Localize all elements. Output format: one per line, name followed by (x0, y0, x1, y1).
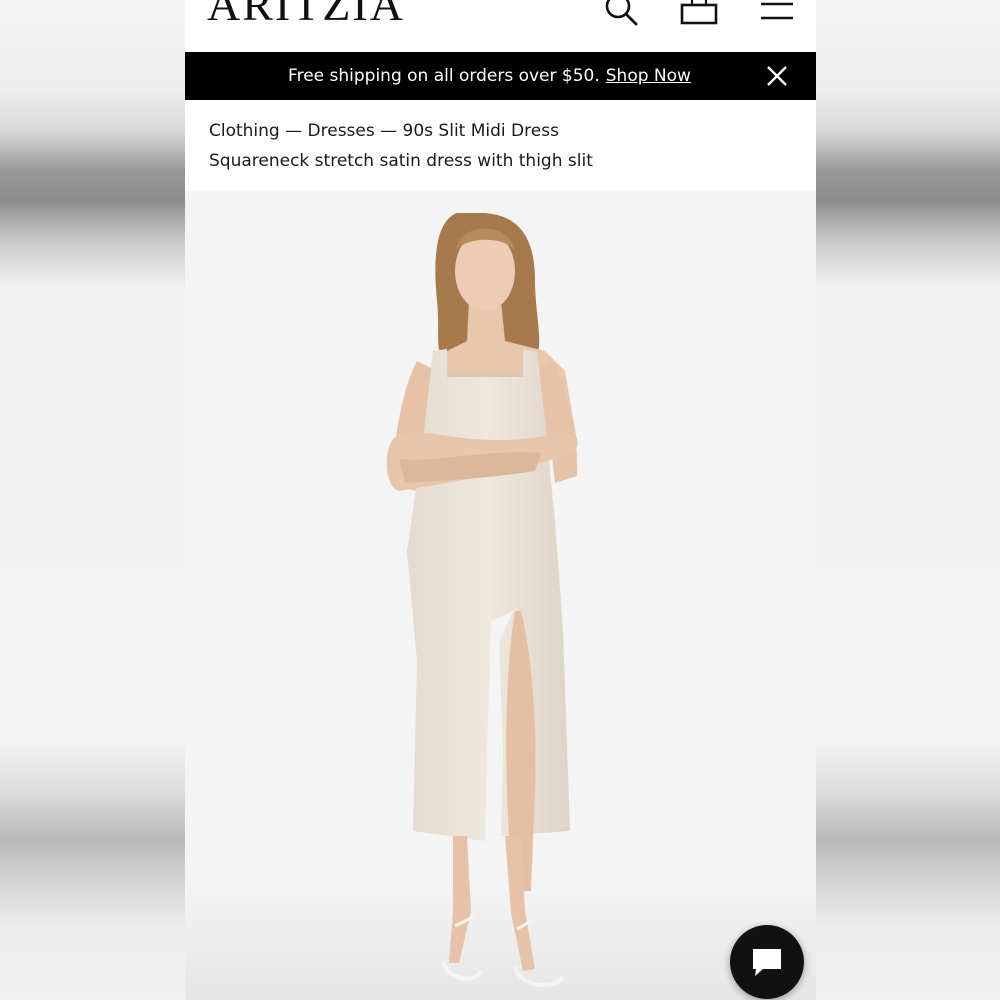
product-image[interactable] (185, 191, 816, 1000)
brand-logo[interactable]: ARITZIA (207, 0, 405, 28)
bag-icon[interactable] (679, 0, 719, 32)
site-header: ARITZIA (185, 0, 816, 52)
promo-message: Free shipping on all orders over $50. (288, 66, 600, 86)
chat-bubble-icon (753, 949, 781, 976)
search-icon[interactable] (601, 0, 641, 32)
model-wearing-dress (185, 213, 816, 1000)
breadcrumb-path[interactable]: Clothing — Dresses — 90s Slit Midi Dress (209, 121, 559, 141)
breadcrumb: Clothing — Dresses — 90s Slit Midi Dress… (209, 116, 593, 176)
menu-icon[interactable] (757, 0, 797, 32)
shipping-promo-banner: Free shipping on all orders over $50. Sh… (185, 52, 816, 100)
product-description: Squareneck stretch satin dress with thig… (209, 151, 593, 171)
close-icon[interactable] (764, 63, 790, 89)
shop-now-link[interactable]: Shop Now (606, 66, 691, 86)
mobile-page: ARITZIA Free shipping on all orders over… (185, 0, 816, 1000)
chat-button[interactable] (730, 925, 804, 999)
